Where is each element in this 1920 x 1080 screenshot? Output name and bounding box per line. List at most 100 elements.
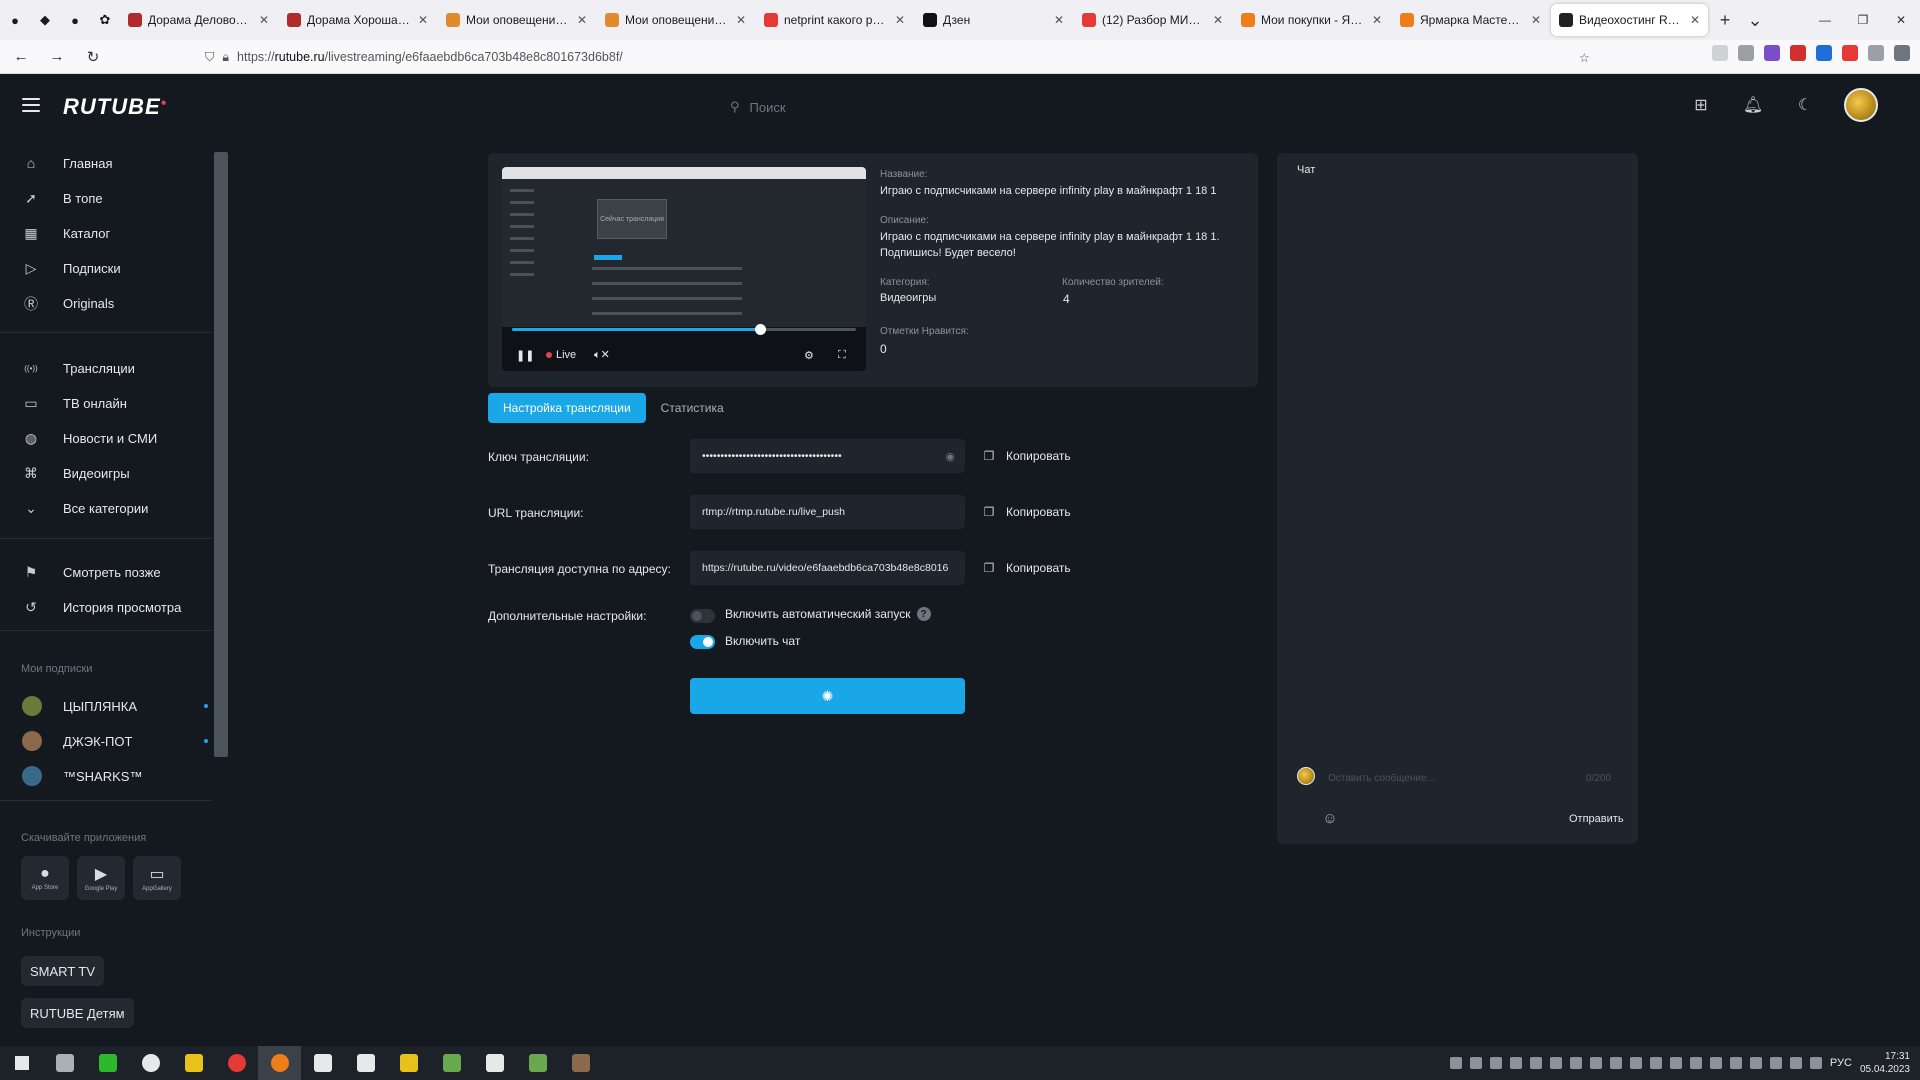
reload-button[interactable]: ↻: [78, 42, 108, 72]
sidebar-item[interactable]: ▭ ТВ онлайн: [0, 388, 210, 418]
live-indicator[interactable]: Live: [546, 349, 576, 361]
tab-close-icon[interactable]: ✕: [895, 13, 905, 27]
video-player[interactable]: Сейчас трансляция ❚❚ Live 🔈︎✕ ⚙ ⛶: [502, 167, 866, 371]
app-download-button[interactable]: ▭ AppGallery: [133, 856, 181, 900]
taskbar-epic-icon[interactable]: [344, 1046, 387, 1080]
start-stream-button[interactable]: ✺: [690, 678, 965, 714]
tray-icon[interactable]: [1769, 1057, 1782, 1069]
pause-icon[interactable]: ❚❚: [516, 349, 534, 362]
send-button[interactable]: Отправить: [1569, 813, 1624, 825]
taskbar-app-green-icon[interactable]: [86, 1046, 129, 1080]
pocket-icon[interactable]: [1712, 45, 1728, 61]
extension-shield-icon[interactable]: [1738, 45, 1754, 61]
bell-icon[interactable]: 🔔︎: [1740, 92, 1766, 118]
sidebar-item[interactable]: ◍ Новости и СМИ: [0, 423, 210, 453]
tray-icon[interactable]: [1669, 1057, 1682, 1069]
taskbar-minecraft-icon[interactable]: [559, 1046, 602, 1080]
taskbar-app-cube-icon[interactable]: [516, 1046, 559, 1080]
forward-button[interactable]: →: [42, 42, 72, 72]
pinned-tab-2[interactable]: ●: [60, 0, 90, 40]
browser-tab[interactable]: Мои оповещения / В ✕: [597, 4, 754, 36]
copy-url-button[interactable]: ❐ Копировать: [982, 502, 1071, 522]
app-download-button[interactable]: ▶ Google Play: [77, 856, 125, 900]
upload-icon[interactable]: ⊞: [1688, 92, 1714, 118]
hide-eye-icon[interactable]: ◉: [945, 450, 955, 463]
copy-key-button[interactable]: ❐ Копировать: [982, 446, 1071, 466]
stream-address-field[interactable]: https://rutube.ru/video/e6faaebdb6ca703b…: [690, 551, 965, 585]
minimize-button[interactable]: —: [1806, 0, 1844, 40]
app-download-button[interactable]: ● App Store: [21, 856, 69, 900]
taskbar-firefox-icon[interactable]: [258, 1046, 301, 1080]
tab-close-icon[interactable]: ✕: [1213, 13, 1223, 27]
emoji-icon[interactable]: ☺: [1321, 809, 1339, 827]
firefox-view-icon[interactable]: ●: [0, 0, 30, 40]
browser-tab[interactable]: Видеохостинг RUTUB ✕: [1551, 4, 1708, 36]
rutube-logo[interactable]: RUTUBE●: [63, 94, 168, 120]
tray-icon[interactable]: [1449, 1057, 1462, 1069]
sidebar-item[interactable]: ((•)) Трансляции: [0, 353, 210, 383]
taskbar-app-clock-icon[interactable]: [301, 1046, 344, 1080]
taskbar-task-view-icon[interactable]: [43, 1046, 86, 1080]
tab-statistics[interactable]: Статистика: [646, 393, 739, 423]
settings-gear-icon[interactable]: ⚙: [804, 349, 814, 362]
browser-tab[interactable]: Ярмарка Мастеров - ✕: [1392, 4, 1549, 36]
back-button[interactable]: ←: [6, 42, 36, 72]
sidebar-item[interactable]: Ⓡ Originals: [0, 289, 210, 319]
tray-icon[interactable]: [1749, 1057, 1762, 1069]
browser-tab[interactable]: Дорама Хорошая раб ✕: [279, 4, 436, 36]
restore-button[interactable]: ❐: [1844, 0, 1882, 40]
tray-icon[interactable]: [1789, 1057, 1802, 1069]
sidebar-item[interactable]: ▦ Каталог: [0, 218, 210, 248]
extensions-puzzle-icon[interactable]: [1868, 45, 1884, 61]
tab-stream-settings[interactable]: Настройка трансляции: [488, 393, 646, 423]
avatar[interactable]: [1844, 88, 1878, 122]
progress-knob[interactable]: [754, 324, 766, 335]
tab-close-icon[interactable]: ✕: [1372, 13, 1382, 27]
chat-message-input[interactable]: Оставить сообщение...: [1328, 773, 1581, 784]
sidebar-item[interactable]: ▷ Подписки: [0, 254, 210, 284]
taskbar-start-icon[interactable]: [0, 1046, 43, 1080]
tray-icon[interactable]: [1709, 1057, 1722, 1069]
search-box[interactable]: ⚲ Поиск: [730, 96, 1130, 118]
instruction-link[interactable]: RUTUBE Детям: [21, 998, 134, 1028]
tab-close-icon[interactable]: ✕: [259, 13, 269, 27]
browser-tab[interactable]: Дорама Деловое пре ✕: [120, 4, 277, 36]
list-tabs-button[interactable]: ⌄: [1740, 10, 1770, 31]
taskbar-notes-icon[interactable]: [473, 1046, 516, 1080]
pinned-tab-3[interactable]: ✿: [90, 0, 120, 40]
taskbar-app-yellow-icon[interactable]: [172, 1046, 215, 1080]
tray-icon[interactable]: [1689, 1057, 1702, 1069]
extension-adblock-icon[interactable]: [1842, 45, 1858, 61]
tray-icon[interactable]: [1809, 1057, 1822, 1069]
stream-key-field[interactable]: •••••••••••••••••••••••••••••••••••••• ◉: [690, 439, 965, 473]
tab-close-icon[interactable]: ✕: [1054, 13, 1064, 27]
tray-icon[interactable]: [1489, 1057, 1502, 1069]
video-progress[interactable]: [512, 324, 856, 335]
tray-icon[interactable]: [1569, 1057, 1582, 1069]
browser-tab[interactable]: netprint какого разре ✕: [756, 4, 913, 36]
chat-toggle[interactable]: [690, 635, 715, 649]
menu-icon[interactable]: [1894, 45, 1910, 61]
subscription-item[interactable]: ™SHARKS™: [0, 761, 210, 791]
mute-icon[interactable]: 🔈︎✕: [594, 348, 610, 362]
taskbar-explorer-icon[interactable]: [387, 1046, 430, 1080]
tray-icon[interactable]: [1529, 1057, 1542, 1069]
tray-icon[interactable]: [1509, 1057, 1522, 1069]
browser-tab[interactable]: Мои покупки - Ярмар ✕: [1233, 4, 1390, 36]
taskbar-yandex-browser-icon[interactable]: [215, 1046, 258, 1080]
language-indicator[interactable]: РУС: [1830, 1057, 1852, 1069]
close-window-button[interactable]: ✕: [1882, 0, 1920, 40]
tray-icon[interactable]: [1469, 1057, 1482, 1069]
help-icon[interactable]: ?: [916, 607, 931, 621]
bookmark-star-icon[interactable]: ☆: [1579, 50, 1590, 65]
browser-tab[interactable]: Дзен ✕: [915, 4, 1072, 36]
fullscreen-icon[interactable]: ⛶: [838, 349, 846, 362]
tab-close-icon[interactable]: ✕: [736, 13, 746, 27]
pinned-tab-1[interactable]: ◆: [30, 0, 60, 40]
tray-icon[interactable]: [1589, 1057, 1602, 1069]
extension-red-icon[interactable]: [1790, 45, 1806, 61]
tray-icon[interactable]: [1649, 1057, 1662, 1069]
new-tab-button[interactable]: +: [1710, 10, 1740, 31]
copy-address-button[interactable]: ❐ Копировать: [982, 558, 1071, 578]
sidebar-item[interactable]: ↺ История просмотра: [0, 592, 210, 622]
